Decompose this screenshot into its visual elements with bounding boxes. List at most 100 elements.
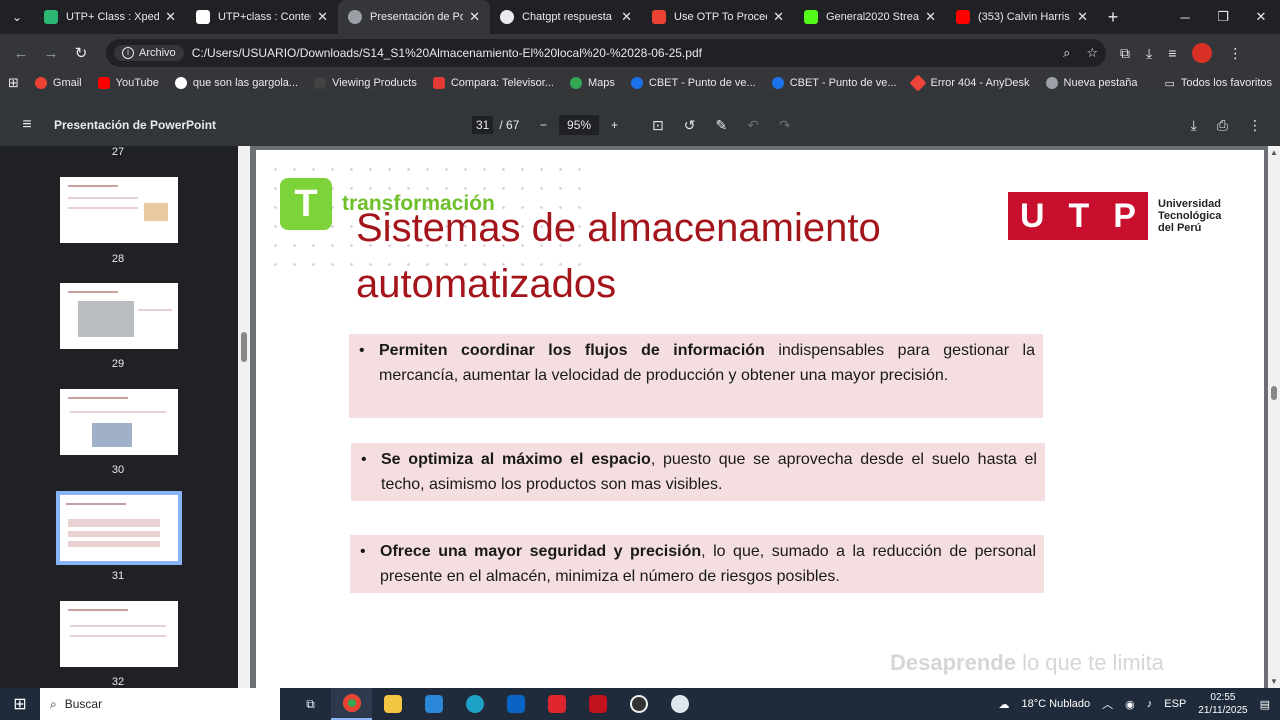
browser-tab[interactable]: (353) Calvin Harris - ✕	[946, 0, 1098, 34]
forward-icon[interactable]: →	[38, 40, 64, 66]
zoom-level-input[interactable]: 95%	[559, 115, 600, 135]
tab-close-icon[interactable]: ✕	[317, 9, 328, 25]
app-icon[interactable]	[659, 688, 700, 720]
wps-app[interactable]	[536, 688, 577, 720]
browser-tab-active[interactable]: Presentación de PowerPoint ✕	[338, 0, 490, 34]
chrome-menu-icon[interactable]: ⋮	[1228, 45, 1242, 62]
taskbar-search[interactable]: ⌕ Buscar	[40, 688, 280, 720]
bookmark-item[interactable]: Error 404 - AnyDesk	[909, 74, 1030, 92]
bookmark-item[interactable]: CBET - Punto de ve...	[771, 77, 897, 89]
all-bookmarks-button[interactable]: ▭ Todos los favoritos	[1164, 77, 1272, 90]
task-view-icon[interactable]: ⧉	[290, 688, 331, 720]
outlook-app[interactable]	[495, 688, 536, 720]
app-icon[interactable]	[618, 688, 659, 720]
edge-icon	[630, 77, 643, 89]
zoom-icon[interactable]: ⌕	[1063, 45, 1070, 61]
app-icon[interactable]	[577, 688, 618, 720]
windows-start-icon[interactable]: ⊞	[0, 688, 40, 720]
pdf-actions: ⤓ ⎙ ⋮	[1191, 117, 1262, 134]
bookmark-item[interactable]: Viewing Products	[314, 77, 417, 89]
extensions-icon[interactable]: ⧉	[1120, 45, 1130, 62]
tab-close-icon[interactable]: ✕	[621, 9, 632, 25]
tab-close-icon[interactable]: ✕	[1077, 9, 1088, 25]
page-scrollbar[interactable]: ▲ ▼	[1268, 146, 1280, 688]
browser-tab[interactable]: Chatgpt respuesta a... ✕	[490, 0, 642, 34]
thumbnail-page-selected[interactable]	[56, 491, 182, 565]
thumbnail-page[interactable]	[60, 601, 178, 667]
clock[interactable]: 02:55 21/11/2025	[1198, 691, 1247, 717]
browser-tab[interactable]: Use OTP To Proceed ✕	[642, 0, 794, 34]
logo-wordmark: transformación	[342, 192, 495, 215]
utp-name: Universidad Tecnológica del Perú	[1158, 198, 1221, 234]
annotate-icon[interactable]: ✎	[715, 117, 727, 134]
site-info-chip[interactable]: i Archivo	[114, 45, 184, 61]
network-icon[interactable]: ◉	[1125, 698, 1135, 711]
bookmark-item[interactable]: Nueva pestaña	[1045, 77, 1138, 89]
tab-close-icon[interactable]: ✕	[925, 9, 936, 25]
thumb-text-line	[68, 541, 160, 547]
file-explorer-app[interactable]	[372, 688, 413, 720]
redo-icon[interactable]: ↷	[779, 117, 791, 134]
volume-icon[interactable]: ♪	[1147, 698, 1153, 710]
download-icon[interactable]: ⤓	[1191, 117, 1197, 134]
bookmark-item[interactable]: Maps	[569, 77, 615, 89]
notifications-icon[interactable]: ▤	[1260, 698, 1270, 711]
browser-tab[interactable]: UTP+class : Contenido ✕	[186, 0, 338, 34]
downloads-icon[interactable]: ⤓	[1146, 45, 1152, 62]
tab-close-icon[interactable]: ✕	[165, 9, 176, 25]
tab-close-icon[interactable]: ✕	[773, 9, 784, 25]
bookmark-label: CBET - Punto de ve...	[648, 77, 756, 89]
more-options-icon[interactable]: ⋮	[1248, 117, 1262, 134]
thumbnail-page[interactable]	[60, 389, 178, 455]
scroll-thumb[interactable]	[241, 332, 247, 362]
thumb-image	[78, 301, 134, 337]
bookmark-item[interactable]: Compara: Televisor...	[432, 77, 554, 89]
zoom-in-icon[interactable]: +	[611, 118, 618, 132]
tab-search-icon[interactable]: ⌄	[0, 0, 34, 34]
bookmark-item[interactable]: Gmail	[34, 77, 82, 89]
address-bar[interactable]: i Archivo C:/Users/USUARIO/Downloads/S14…	[106, 39, 1106, 67]
bookmark-item[interactable]: CBET - Punto de ve...	[630, 77, 756, 89]
undo-icon[interactable]: ↶	[747, 117, 759, 134]
apps-grid-icon[interactable]: ⊞	[8, 75, 19, 91]
reload-icon[interactable]: ↻	[68, 40, 94, 66]
page-number-input[interactable]: 31	[472, 116, 494, 134]
bookmark-item[interactable]: que son las gargola...	[174, 77, 298, 89]
sidebar-scrollbar[interactable]	[238, 146, 250, 688]
language-indicator[interactable]: ESP	[1164, 698, 1186, 710]
browser-tab[interactable]: UTP+ Class : Xpedition ✕	[34, 0, 186, 34]
print-icon[interactable]: ⎙	[1217, 117, 1228, 134]
bookmark-star-icon[interactable]: ☆	[1086, 45, 1098, 61]
new-tab-button[interactable]: +	[1098, 0, 1128, 34]
browser-tab[interactable]: General2020 Stream ✕	[794, 0, 946, 34]
divider	[0, 94, 1280, 104]
sidebar-menu-icon[interactable]: ≡	[0, 116, 54, 134]
window-controls: ─ ❐ ✕	[1166, 0, 1280, 34]
tab-close-icon[interactable]: ✕	[469, 9, 480, 25]
bookmark-item[interactable]: YouTube	[97, 77, 159, 89]
tab-title: (353) Calvin Harris -	[978, 11, 1072, 23]
minimize-icon[interactable]: ─	[1166, 0, 1204, 34]
wps-icon	[547, 695, 566, 713]
store-app[interactable]	[413, 688, 454, 720]
close-window-icon[interactable]: ✕	[1242, 0, 1280, 34]
thumbnail-page[interactable]	[60, 177, 178, 243]
rotate-icon[interactable]: ↺	[684, 117, 696, 134]
media-icon[interactable]: ≡	[1168, 45, 1176, 61]
thumbnail-page[interactable]	[60, 283, 178, 349]
scroll-up-icon[interactable]: ▲	[1270, 148, 1278, 157]
weather-icon[interactable]: ☁	[999, 698, 1010, 711]
weather-text[interactable]: 18°C Nublado	[1022, 698, 1091, 710]
zoom-out-icon[interactable]: −	[540, 118, 547, 132]
back-icon[interactable]: ←	[8, 40, 34, 66]
scroll-down-icon[interactable]: ▼	[1270, 677, 1278, 686]
maximize-icon[interactable]: ❐	[1204, 0, 1242, 34]
windows-taskbar: ⊞ ⌕ Buscar ⧉ ☁ 18°C Nublado ︿ ◉ ♪ ESP 02…	[0, 688, 1280, 720]
profile-avatar[interactable]	[1192, 43, 1213, 63]
chrome-app[interactable]	[331, 688, 372, 720]
bookmark-label: CBET - Punto de ve...	[789, 77, 897, 89]
scroll-thumb[interactable]	[1271, 386, 1277, 400]
fit-page-icon[interactable]: ⊡	[652, 117, 664, 134]
edge-app[interactable]	[454, 688, 495, 720]
tray-chevron-icon[interactable]: ︿	[1102, 696, 1113, 712]
